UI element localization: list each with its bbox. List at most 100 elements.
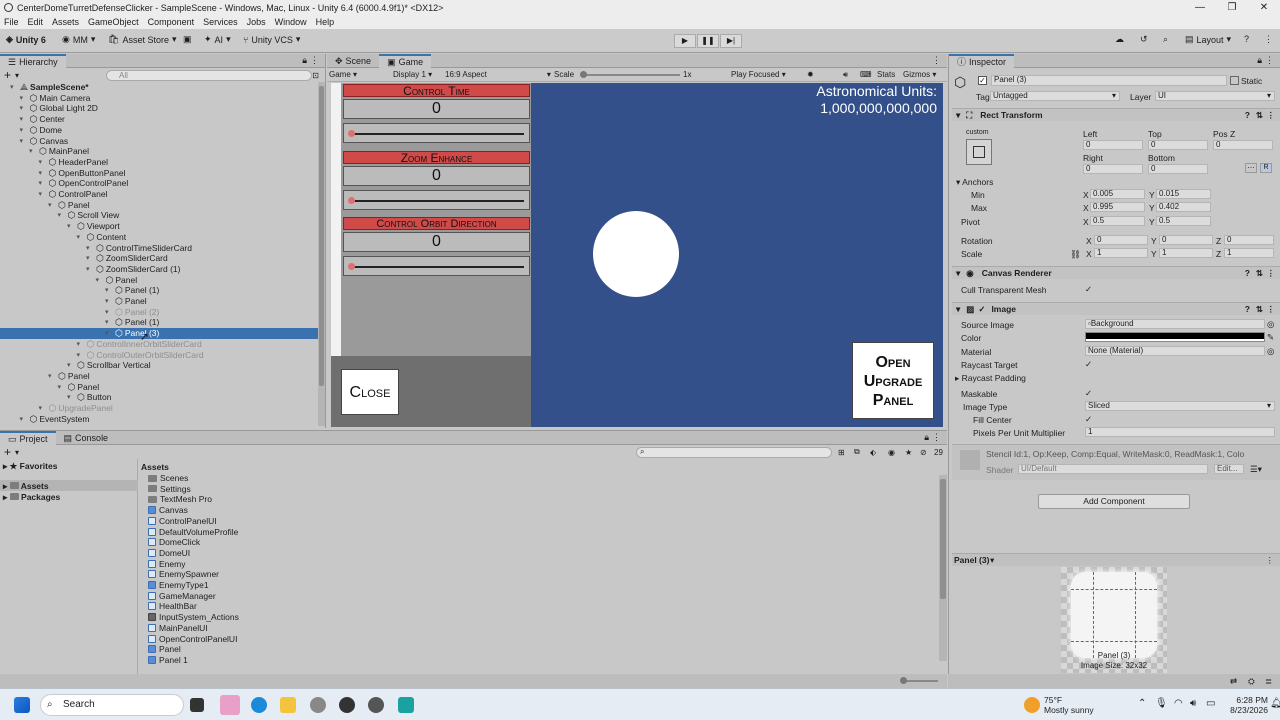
more-icon[interactable]: ⋮ [1265,55,1274,66]
packages-item[interactable]: ▸ Packages [3,492,60,503]
taskbar-search-box[interactable]: ⌕ Search [40,694,184,716]
hierarchy-item[interactable]: ▾ ⬡ ControlOuterOrbitSliderCard [0,350,318,361]
hierarchy-item[interactable]: ▾ ⬡ Scroll View [0,210,318,221]
hierarchy-item[interactable]: ▾ ⬡ Panel [0,382,318,393]
close-window-button[interactable]: ✕ [1248,0,1280,15]
rot-y-field[interactable]: 0 [1159,235,1213,245]
pause-button[interactable]: ❚❚ [697,34,719,48]
asset-item[interactable]: Enemy [148,559,185,569]
hierarchy-item[interactable]: ▾ ⟁ SampleScene* [0,82,318,93]
hierarchy-item[interactable]: ▾ ⬡ MainPanel [0,146,318,157]
account-dropdown[interactable]: ◉ MM ▾ [62,34,95,45]
hierarchy-item[interactable]: ▾ ⬡ Dome [0,125,318,136]
hierarchy-search-input[interactable]: All [106,70,312,81]
unity-hub-icon[interactable] [368,697,384,713]
hierarchy-item[interactable]: ▾ ⬡ ZoomSliderCard [0,253,318,264]
image-enabled-checkbox[interactable]: ✓ [978,304,985,314]
eyedropper-icon[interactable]: ✎ [1267,332,1274,343]
asset-item[interactable]: InputSystem_Actions [148,612,239,622]
settings-icon[interactable]: ⇅ [1256,303,1263,315]
expand-arrow-icon[interactable]: ▾ [77,339,85,350]
expand-arrow-icon[interactable]: ▾ [10,82,18,93]
aspect-dropdown[interactable]: 16:9 Aspect ▾ [445,70,551,79]
material-field[interactable]: None (Material) [1085,346,1265,356]
min-x-field[interactable]: 0.005 [1090,189,1145,199]
debug-icon[interactable]: ⛭ [1248,676,1255,687]
expand-arrow-icon[interactable]: ▾ [77,350,85,361]
more-icon[interactable]: ⋮ [1267,303,1276,315]
expand-arrow-icon[interactable]: ▾ [67,360,75,371]
tab-scene[interactable]: ✥ Scene [327,54,379,68]
min-y-field[interactable]: 0.015 [1156,189,1211,199]
expand-arrow-icon[interactable]: ▾ [105,328,113,339]
progress-icon[interactable]: ⇄ [1230,676,1237,687]
close-button[interactable]: Close [341,369,399,415]
hierarchy-scrollbar[interactable] [318,82,325,426]
add-object-button[interactable]: + [4,68,11,82]
breadcrumb[interactable]: Assets [141,462,169,472]
hierarchy-item[interactable]: ▾ ⬡ Global Light 2D [0,103,318,114]
hierarchy-item[interactable]: ▾ ⬡ Panel (3) [0,328,318,340]
paint-app-icon[interactable] [220,695,240,715]
hierarchy-item[interactable]: ▾ ⬡ EventSystem [0,414,318,425]
scale-z-field[interactable]: 1 [1224,248,1274,258]
search-icon[interactable]: ⌕ [1163,34,1168,45]
play-focused-dropdown[interactable]: Play Focused ▾ [731,70,786,79]
tab-inspector[interactable]: ⓘ Inspector [949,53,1015,68]
asset-item[interactable]: Scenes [148,473,188,483]
scale-slider-thumb[interactable] [580,71,587,78]
shader-dropdown[interactable]: UI/Default [1018,464,1208,474]
image-header[interactable]: ▾ ▨ ✓ Image? ⇅ ⋮ [952,302,1280,315]
expand-arrow-icon[interactable]: ▾ [39,157,47,168]
hierarchy-item[interactable]: ▾ ⬡ Panel [0,296,318,307]
expand-arrow-icon[interactable]: ▾ [20,136,28,147]
expand-arrow-icon[interactable]: ▾ [39,168,47,179]
project-scrollbar[interactable] [939,475,947,661]
hierarchy-item[interactable]: ▾ ⬡ ZoomSliderCard (1) [0,264,318,275]
asset-item[interactable]: GameManager [148,591,216,601]
asset-item[interactable]: ControlPanelUI [148,516,217,526]
package-icon[interactable]: ▣ [183,34,192,45]
expand-arrow-icon[interactable]: ▾ [39,178,47,189]
expand-arrow-icon[interactable]: ▾ [58,210,66,221]
notepad-icon[interactable] [398,697,414,713]
menu-component[interactable]: Component [148,17,195,27]
hierarchy-item[interactable]: ▾ ⬡ Canvas [0,136,318,147]
hierarchy-item[interactable]: ▾ ⬡ OpenControlPanel [0,178,318,189]
display-dropdown[interactable]: Display 1 ▾ [393,70,432,79]
asset-item[interactable]: OpenControlPanelUI [148,634,237,644]
menu-gameobject[interactable]: GameObject [88,17,139,27]
hierarchy-item[interactable]: ▾ ⬡ Content [0,232,318,243]
tag-icon[interactable]: ⬖ [870,448,876,457]
expand-arrow-icon[interactable]: ▾ [67,221,75,232]
project-search-input[interactable] [636,447,832,458]
chevron-down-icon[interactable]: ▾ [15,448,19,457]
hierarchy-item[interactable]: ▾ ⬡ Center [0,114,318,125]
more-icon[interactable]: ⋮ [1266,555,1275,566]
expand-arrow-icon[interactable]: ▾ [48,200,56,211]
hierarchy-item[interactable]: ▾ ⬡ Panel (1) [0,317,318,328]
expand-arrow-icon[interactable]: ▾ [77,232,85,243]
tab-game[interactable]: ▣ Game [379,53,432,68]
expand-arrow-icon[interactable]: ▾ [105,307,113,318]
menu-services[interactable]: Services [203,17,238,27]
top-field[interactable]: 0 [1148,140,1208,150]
hierarchy-item[interactable]: ▾ ⬡ UpgradePanel [0,403,318,414]
asset-item[interactable]: Panel 1 [148,655,188,665]
tag-dropdown[interactable]: Untagged ▾ [990,91,1120,101]
visibility-icon[interactable]: ◉ [888,448,895,457]
image-type-dropdown[interactable]: Sliced ▾ [1085,401,1275,411]
expand-arrow-icon[interactable]: ▾ [20,414,28,425]
edit-shader-button[interactable]: Edit... [1214,464,1244,474]
recorder-app-icon[interactable] [339,697,355,713]
expand-arrow-icon[interactable]: ▾ [105,317,113,328]
layers-icon[interactable]: ≣ [1265,676,1272,687]
max-y-field[interactable]: 0.402 [1156,202,1211,212]
blueprint-mode-button[interactable]: ⋯ [1245,163,1257,173]
weather-widget[interactable]: 75°F Mostly sunny [1044,695,1094,715]
microphone-icon[interactable]: 🎙︎ [1155,698,1168,709]
max-x-field[interactable]: 0.995 [1090,202,1145,212]
step-button[interactable]: ▶| [720,34,742,48]
unity-account-button[interactable]: ◈ Unity 6 [6,34,46,45]
layout-dropdown[interactable]: ▤ Layout ▾ [1185,34,1231,45]
